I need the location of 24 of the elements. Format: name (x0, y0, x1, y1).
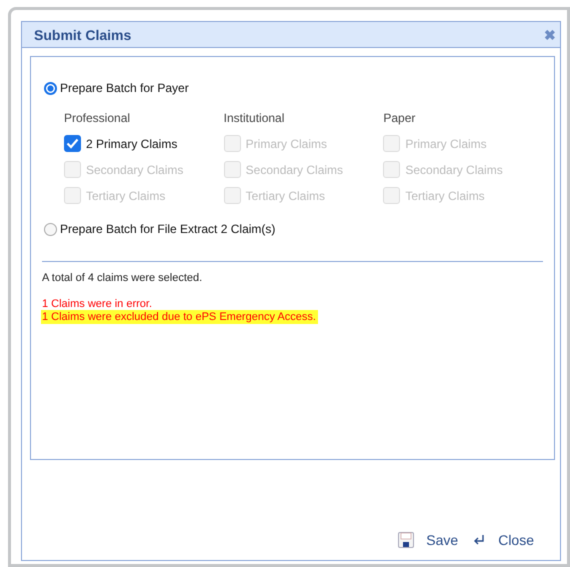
checkbox-label: Secondary Claims (246, 162, 344, 176)
checkbox-label: Secondary Claims (86, 162, 184, 176)
column-header: Professional (64, 111, 132, 125)
checkbox-label: Tertiary Claims (405, 188, 485, 202)
checkbox-label: Tertiary Claims (246, 188, 326, 202)
save-icon (398, 532, 414, 548)
column-header: Institutional (224, 111, 286, 125)
save-button[interactable]: Save (398, 532, 458, 548)
message-text: A total of 4 claims were selected. (42, 272, 202, 284)
message-text: 1 Claims were in error. (42, 298, 152, 310)
checkbox-label: Primary Claims (405, 136, 487, 150)
checkbox-label: Tertiary Claims (86, 188, 166, 202)
checkbox-label: Secondary Claims (405, 162, 503, 176)
radio-option[interactable]: Prepare Batch for Payer (44, 81, 543, 95)
message-text: 1 Claims were excluded due to ePS Emergency Access. (41, 310, 318, 324)
checkbox[interactable] (64, 135, 81, 152)
checkbox-label: Primary Claims (246, 136, 328, 150)
dialog-title: Submit Claims (34, 26, 132, 42)
radio-option[interactable]: Prepare Batch for File Extract 2 Claim(s) (44, 222, 543, 236)
checkmark-icon (66, 138, 79, 149)
checkbox-label: 2 Primary Claims (86, 136, 178, 150)
column-header: Paper (383, 111, 416, 125)
close-button[interactable]: Close (472, 532, 534, 548)
return-icon (472, 534, 486, 546)
